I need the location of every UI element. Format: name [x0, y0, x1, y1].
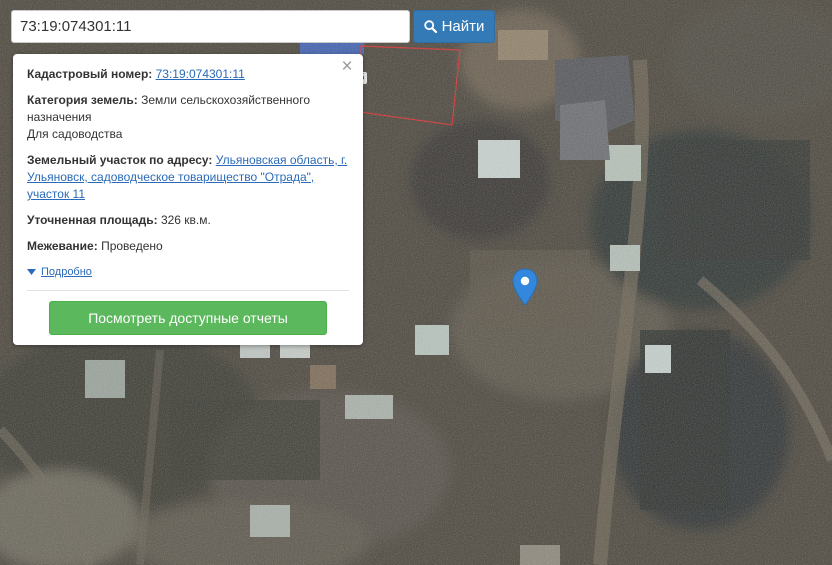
popup-divider: [27, 290, 349, 291]
land-category-label: Категория земель:: [27, 93, 138, 107]
area-label: Уточненная площадь:: [27, 213, 158, 227]
survey-label: Межевание:: [27, 239, 98, 253]
area-value: 326 кв.м.: [160, 213, 211, 227]
cadastral-number-label: Кадастровый номер:: [27, 67, 153, 81]
search-button-label: Найти: [441, 18, 485, 35]
details-toggle[interactable]: Подробно: [27, 266, 92, 278]
area-row: Уточненная площадь: 326 кв.м.: [27, 212, 349, 229]
caret-down-icon: [27, 269, 36, 275]
survey-value: Проведено: [101, 239, 163, 253]
address-row: Земельный участок по адресу: Ульяновская…: [27, 152, 349, 203]
land-category-row: Категория земель: Земли сельскохозяйстве…: [27, 92, 349, 143]
map-marker-icon[interactable]: [512, 268, 538, 311]
cadastral-number-row: Кадастровый номер: 73:19:074301:11: [27, 66, 349, 83]
close-icon[interactable]: ×: [339, 57, 355, 76]
parcel-info-popup: × Кадастровый номер: 73:19:074301:11 Кат…: [13, 54, 363, 345]
land-use-value: Для садоводства: [27, 127, 123, 141]
cadastral-number-link[interactable]: 73:19:074301:11: [156, 67, 245, 81]
survey-row: Межевание: Проведено: [27, 238, 349, 255]
view-reports-button[interactable]: Посмотреть доступные отчеты: [49, 301, 327, 335]
search-icon: [423, 20, 437, 33]
search-input[interactable]: [11, 10, 410, 43]
details-toggle-label: Подробно: [41, 266, 92, 278]
search-button[interactable]: Найти: [413, 10, 495, 43]
address-label: Земельный участок по адресу:: [27, 153, 213, 167]
